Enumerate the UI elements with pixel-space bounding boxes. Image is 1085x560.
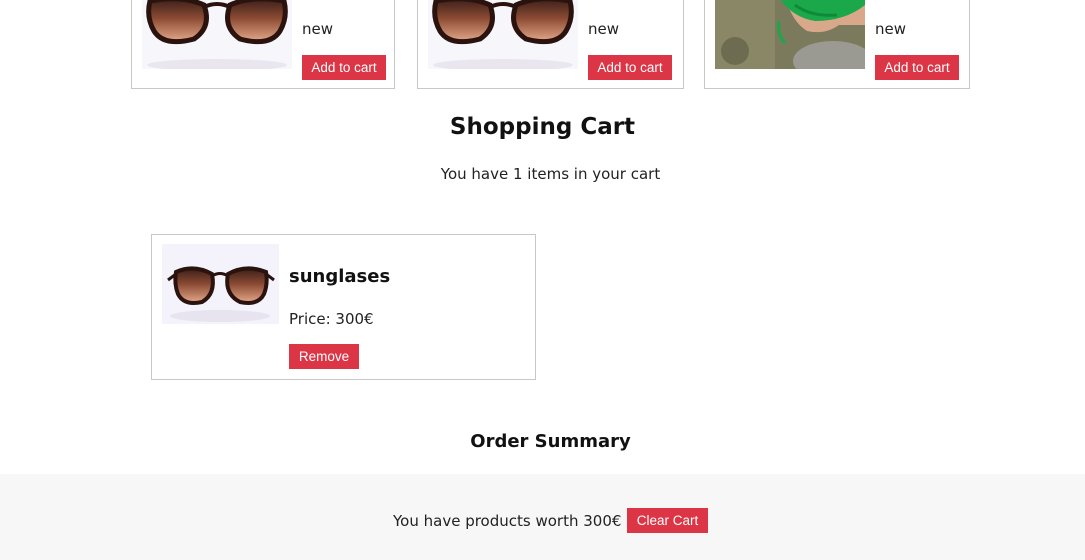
cart-item-image-sunglasses	[162, 244, 279, 324]
order-summary-title: Order Summary	[470, 431, 631, 452]
cart-count-text: You have 1 items in your cart	[440, 165, 661, 183]
clear-cart-button[interactable]: Clear Cart	[627, 508, 708, 533]
add-to-cart-button[interactable]: Add to cart	[302, 55, 386, 80]
product-status: new	[302, 20, 334, 38]
product-card: new Add to cart	[131, 0, 395, 89]
cart-item: sunglases Price: 300€ Remove	[151, 234, 536, 380]
remove-button[interactable]: Remove	[289, 344, 359, 369]
product-card: new Add to cart	[704, 0, 970, 89]
product-card: new Add to cart	[417, 0, 684, 89]
add-to-cart-button[interactable]: Add to cart	[588, 55, 672, 80]
product-image-sunglasses	[428, 0, 578, 69]
order-total-text: You have products worth 300€	[393, 512, 622, 530]
cart-item-name: sunglases	[289, 266, 391, 287]
product-image-child-hat	[715, 0, 865, 69]
cart-title: Shopping Cart	[449, 114, 636, 140]
cart-item-price: Price: 300€	[289, 310, 374, 328]
add-to-cart-button[interactable]: Add to cart	[875, 55, 959, 80]
order-summary-bar: You have products worth 300€ Clear Cart	[0, 474, 1085, 560]
page: new Add to cart new Add to cart new Add …	[0, 0, 1085, 560]
product-image-sunglasses	[142, 0, 292, 69]
product-status: new	[875, 20, 907, 38]
product-status: new	[588, 20, 620, 38]
